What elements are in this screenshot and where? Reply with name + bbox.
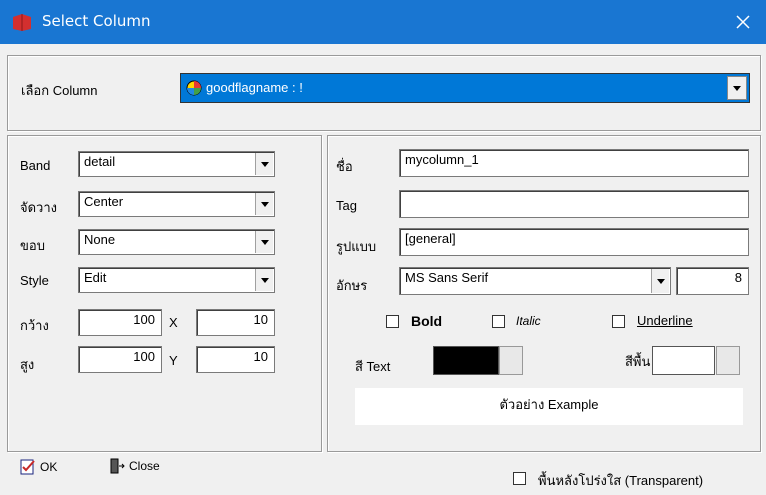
checklist-icon — [20, 459, 35, 475]
bg-color-swatch[interactable] — [652, 346, 715, 375]
border-label: ขอบ — [20, 238, 45, 253]
close-label: Close — [129, 459, 160, 473]
ok-button[interactable]: OK — [20, 459, 57, 475]
transparent-checkbox[interactable] — [513, 472, 526, 485]
chevron-down-icon[interactable] — [727, 76, 747, 100]
underline-label: Underline — [637, 313, 693, 328]
text-color-label: สี Text — [355, 359, 391, 374]
style-value: Edit — [84, 270, 107, 285]
band-label: Band — [20, 158, 51, 173]
color-wheel-icon — [186, 80, 202, 96]
close-dialog-button[interactable]: Close — [109, 458, 160, 474]
band-value: detail — [84, 154, 116, 169]
align-dropdown[interactable]: Center — [78, 191, 275, 217]
tag-input[interactable] — [399, 190, 749, 218]
format-input[interactable]: [general] — [399, 228, 749, 256]
transparent-label: พื้นหลังโปร่งใส (Transparent) — [538, 473, 704, 488]
font-label: อักษร — [336, 278, 368, 293]
title-bar: Select Column — [0, 0, 766, 44]
width-input[interactable]: 100 — [78, 309, 162, 336]
height-label: สูง — [20, 357, 35, 372]
name-label: ชื่อ — [336, 159, 353, 174]
chevron-down-icon[interactable] — [255, 269, 273, 291]
style-label: Style — [20, 273, 49, 288]
width-label: กว้าง — [20, 318, 49, 333]
close-button[interactable] — [720, 0, 766, 44]
border-dropdown[interactable]: None — [78, 229, 275, 255]
exit-door-icon — [110, 458, 125, 474]
x-label: X — [169, 315, 178, 330]
text-color-swatch[interactable] — [433, 346, 499, 375]
chevron-down-icon[interactable] — [255, 193, 273, 215]
underline-checkbox[interactable] — [612, 315, 625, 328]
y-label: Y — [169, 353, 178, 368]
bold-checkbox[interactable] — [386, 315, 399, 328]
example-text: ตัวอย่าง Example — [499, 397, 599, 412]
align-value: Center — [84, 194, 124, 209]
name-input[interactable]: mycolumn_1 — [399, 149, 749, 177]
text-color-button[interactable] — [499, 346, 523, 375]
bg-color-label: สีพื้น — [625, 354, 651, 369]
font-size-input[interactable]: 8 — [676, 267, 749, 295]
example-preview: ตัวอย่าง Example — [355, 388, 743, 425]
bg-color-button[interactable] — [716, 346, 740, 375]
italic-label: Italic — [516, 314, 541, 328]
chevron-down-icon[interactable] — [255, 153, 273, 175]
font-value: MS Sans Serif — [405, 270, 489, 285]
border-value: None — [84, 232, 116, 247]
italic-checkbox[interactable] — [492, 315, 505, 328]
tag-label: Tag — [336, 198, 357, 213]
ok-label: OK — [40, 460, 58, 474]
select-column-dropdown[interactable]: goodflagname : ! — [180, 73, 750, 103]
x-input[interactable]: 10 — [196, 309, 275, 336]
select-column-value: goodflagname : ! — [206, 80, 303, 95]
select-column-label: เลือก Column — [21, 83, 98, 98]
window-title: Select Column — [42, 12, 151, 30]
band-dropdown[interactable]: detail — [78, 151, 275, 177]
layout-panel — [7, 135, 322, 452]
close-icon — [736, 15, 750, 29]
y-input[interactable]: 10 — [196, 346, 275, 373]
font-dropdown[interactable]: MS Sans Serif — [399, 267, 671, 295]
bold-label: Bold — [411, 313, 443, 329]
chevron-down-icon[interactable] — [651, 269, 669, 293]
style-dropdown[interactable]: Edit — [78, 267, 275, 293]
height-input[interactable]: 100 — [78, 346, 162, 373]
chevron-down-icon[interactable] — [255, 231, 273, 253]
align-label: จัดวาง — [20, 200, 58, 215]
format-label: รูปแบบ — [336, 239, 377, 254]
book-icon — [13, 14, 31, 31]
